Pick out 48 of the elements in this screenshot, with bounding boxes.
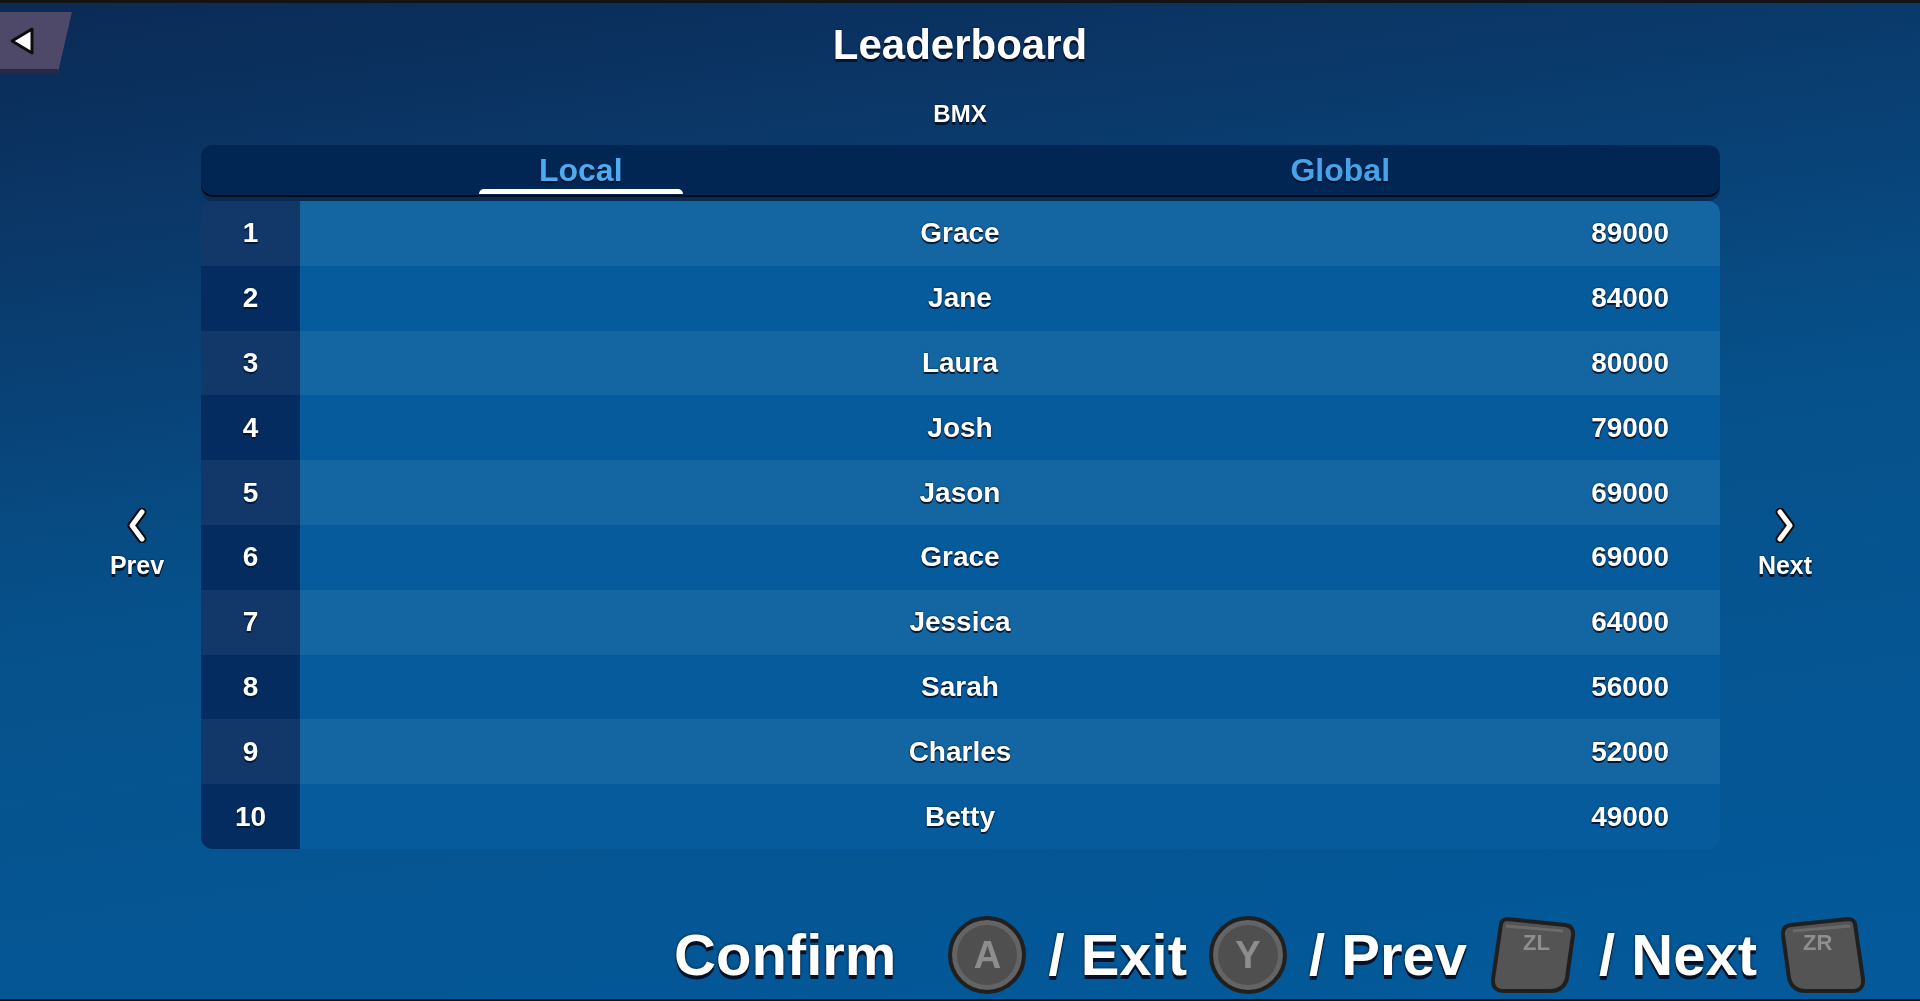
rank-cell: 7 (201, 589, 300, 655)
category-label: BMX (933, 102, 987, 126)
score-cell: 56000 (1560, 654, 1720, 720)
rank-cell: 9 (201, 719, 300, 785)
name-cell: Sarah (300, 654, 1560, 720)
rank-cell: 2 (201, 265, 300, 331)
score-cell: 80000 (1560, 330, 1720, 396)
name-cell: Jessica (300, 589, 1560, 655)
score-cell: 69000 (1560, 525, 1720, 590)
hint-label: / Prev (1309, 926, 1468, 984)
tab[interactable]: Global (960, 145, 1720, 195)
score-cell: 64000 (1560, 589, 1720, 655)
name-cell: Jason (300, 460, 1560, 525)
score-cell: 69000 (1560, 460, 1720, 525)
back-button[interactable] (0, 12, 72, 74)
hint-label: / Next (1599, 926, 1757, 984)
chevron-right-icon (1775, 508, 1795, 543)
back-icon (9, 26, 35, 56)
score-cell: 52000 (1560, 719, 1720, 785)
tab[interactable]: Local (201, 145, 961, 195)
name-cell: Grace (300, 525, 1560, 590)
rank-cell: 1 (201, 201, 300, 266)
round-key: Y (1209, 916, 1288, 994)
hint-label: / Exit (1048, 926, 1188, 984)
score-cell: 84000 (1560, 265, 1720, 331)
next-button[interactable]: Next (1745, 508, 1825, 578)
name-cell: Jane (300, 265, 1560, 331)
prev-button[interactable]: Prev (97, 508, 177, 578)
rank-cell: 4 (201, 395, 300, 461)
name-cell: Josh (300, 395, 1560, 461)
trigger-key: ZL (1489, 916, 1578, 994)
rank-cell: 8 (201, 654, 300, 720)
score-cell: 89000 (1560, 201, 1720, 266)
rank-cell: 10 (201, 784, 300, 849)
rank-cell: 5 (201, 460, 300, 525)
hint-label: Confirm (674, 926, 897, 984)
name-cell: Grace (300, 201, 1560, 266)
trigger-key: ZR (1779, 916, 1867, 994)
name-cell: Charles (300, 719, 1560, 785)
rank-cell: 6 (201, 525, 300, 590)
name-cell: Betty (300, 784, 1560, 849)
name-cell: Laura (300, 330, 1560, 396)
rank-cell: 3 (201, 330, 300, 396)
chevron-left-icon (127, 508, 147, 543)
score-cell: 79000 (1560, 395, 1720, 461)
page-title: Leaderboard (832, 24, 1088, 66)
round-key: A (948, 916, 1027, 994)
score-cell: 49000 (1560, 784, 1720, 849)
